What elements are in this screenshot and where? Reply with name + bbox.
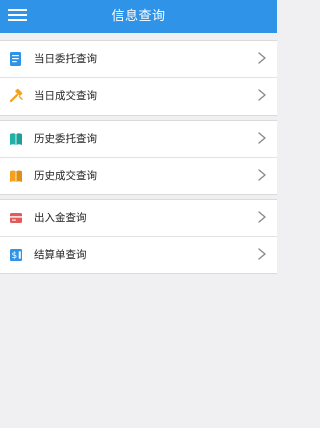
today-trades-label: 当日成交查询 [34,90,97,102]
empty-area [0,274,277,428]
settlement-statement-label: 结算单查询 [34,249,87,261]
document-icon [10,52,21,66]
chevron-right-icon [258,89,266,101]
today-orders-row[interactable]: 当日委托查询 [0,41,277,78]
history-trades-label: 历史成交查询 [34,170,97,182]
chevron-right-icon [258,169,266,181]
chevron-right-icon [258,248,266,260]
app-header: 信息查询 [0,0,277,33]
card-icon [10,213,22,223]
history-trades-row[interactable]: 历史成交查询 [0,158,277,194]
deposit-withdrawal-label: 出入金查询 [34,212,87,224]
menu-group-today: 当日委托查询 当日成交查询 [0,40,277,116]
deposit-withdrawal-row[interactable]: 出入金查询 [0,200,277,237]
chevron-right-icon [258,132,266,144]
menu-group-funds: 出入金查询 $ 结算单查询 [0,199,277,274]
dollar-receipt-icon: $ [10,249,22,261]
page-title: 信息查询 [111,9,166,24]
today-orders-label: 当日委托查询 [34,53,97,65]
history-orders-row[interactable]: 历史委托查询 [0,121,277,158]
menu-group-history: 历史委托查询 历史成交查询 [0,120,277,195]
open-book-icon [10,170,22,182]
svg-text:$: $ [12,251,18,261]
history-orders-label: 历史委托查询 [34,133,97,145]
hammer-icon [9,88,23,103]
chevron-right-icon [258,211,266,223]
today-trades-row[interactable]: 当日成交查询 [0,78,277,114]
book-icon [10,133,22,145]
chevron-right-icon [258,52,266,64]
settlement-statement-row[interactable]: $ 结算单查询 [0,237,277,273]
